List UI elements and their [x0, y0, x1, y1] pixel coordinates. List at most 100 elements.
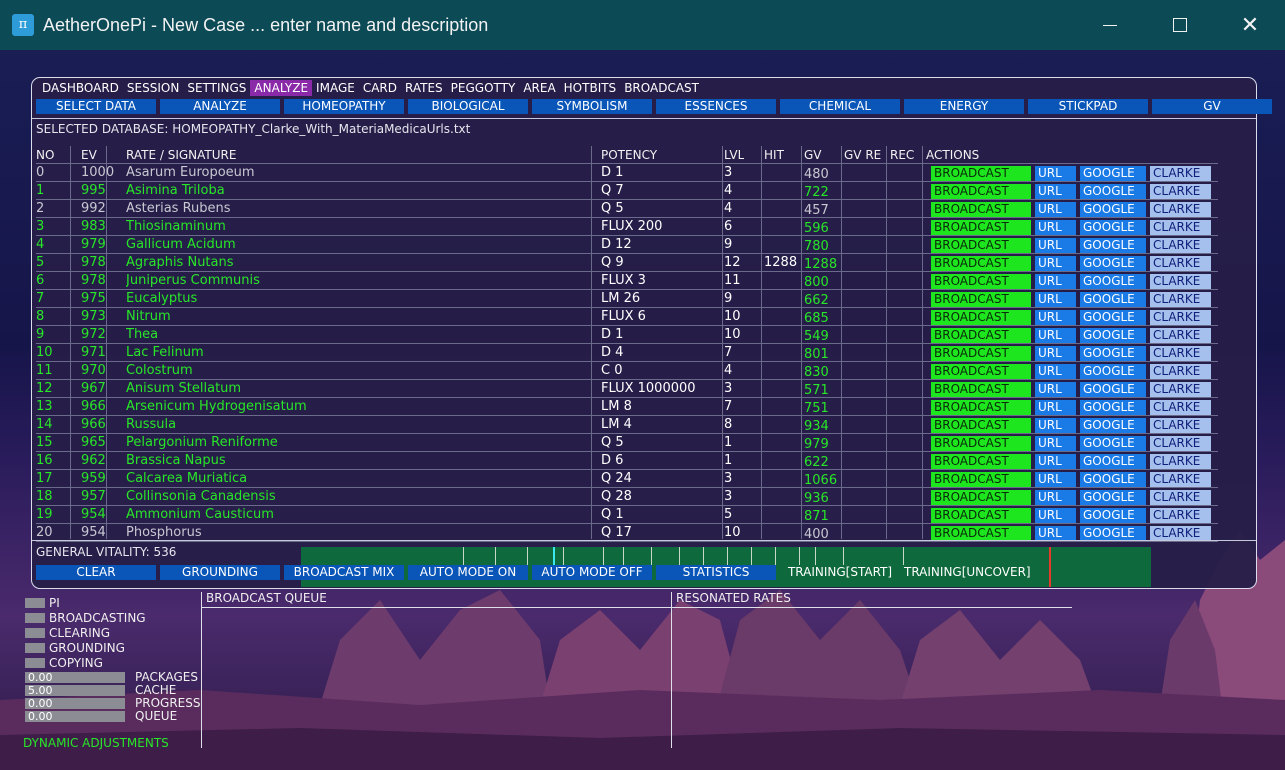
- google-button[interactable]: GOOGLE: [1080, 220, 1146, 235]
- url-button[interactable]: URL: [1035, 490, 1076, 505]
- url-button[interactable]: URL: [1035, 364, 1076, 379]
- broadcast-button[interactable]: BROADCAST: [931, 418, 1031, 433]
- clarke-button[interactable]: CLARKE: [1150, 454, 1211, 469]
- menu-rates[interactable]: RATES: [401, 80, 447, 96]
- menu-card[interactable]: CARD: [359, 80, 401, 96]
- google-button[interactable]: GOOGLE: [1080, 418, 1146, 433]
- broadcast-button[interactable]: BROADCAST: [931, 310, 1031, 325]
- google-button[interactable]: GOOGLE: [1080, 472, 1146, 487]
- close-button[interactable]: ✕: [1215, 0, 1285, 50]
- google-button[interactable]: GOOGLE: [1080, 508, 1146, 523]
- clarke-button[interactable]: CLARKE: [1150, 490, 1211, 505]
- training-start-button[interactable]: TRAINING[START]: [780, 565, 900, 580]
- auto-mode-off-button[interactable]: AUTO MODE OFF: [532, 565, 652, 580]
- clarke-button[interactable]: CLARKE: [1150, 274, 1211, 289]
- broadcast-button[interactable]: BROADCAST: [931, 526, 1031, 541]
- broadcast-button[interactable]: BROADCAST: [931, 328, 1031, 343]
- menu-hotbits[interactable]: HOTBITS: [560, 80, 621, 96]
- google-button[interactable]: GOOGLE: [1080, 238, 1146, 253]
- url-button[interactable]: URL: [1035, 256, 1076, 271]
- broadcast-button[interactable]: BROADCAST: [931, 202, 1031, 217]
- broadcast-button[interactable]: BROADCAST: [931, 382, 1031, 397]
- broadcast-button[interactable]: BROADCAST: [931, 220, 1031, 235]
- url-button[interactable]: URL: [1035, 436, 1076, 451]
- google-button[interactable]: GOOGLE: [1080, 346, 1146, 361]
- clarke-button[interactable]: CLARKE: [1150, 382, 1211, 397]
- clarke-button[interactable]: CLARKE: [1150, 256, 1211, 271]
- url-button[interactable]: URL: [1035, 472, 1076, 487]
- broadcast-button[interactable]: BROADCAST: [931, 508, 1031, 523]
- broadcast-button[interactable]: BROADCAST: [931, 256, 1031, 271]
- clarke-button[interactable]: CLARKE: [1150, 526, 1211, 541]
- category-gv-button[interactable]: GV: [1152, 99, 1272, 114]
- menu-dashboard[interactable]: DASHBOARD: [38, 80, 123, 96]
- grounding-button[interactable]: GROUNDING: [160, 565, 280, 580]
- clarke-button[interactable]: CLARKE: [1150, 166, 1211, 181]
- minimize-button[interactable]: [1075, 0, 1145, 50]
- google-button[interactable]: GOOGLE: [1080, 454, 1146, 469]
- clarke-button[interactable]: CLARKE: [1150, 436, 1211, 451]
- category-select-data-button[interactable]: SELECT DATA: [36, 99, 156, 114]
- google-button[interactable]: GOOGLE: [1080, 364, 1146, 379]
- category-biological-button[interactable]: BIOLOGICAL: [408, 99, 528, 114]
- auto-mode-on-button[interactable]: AUTO MODE ON: [408, 565, 528, 580]
- google-button[interactable]: GOOGLE: [1080, 382, 1146, 397]
- category-homeopathy-button[interactable]: HOMEOPATHY: [284, 99, 404, 114]
- clarke-button[interactable]: CLARKE: [1150, 310, 1211, 325]
- broadcast-button[interactable]: BROADCAST: [931, 292, 1031, 307]
- url-button[interactable]: URL: [1035, 202, 1076, 217]
- url-button[interactable]: URL: [1035, 400, 1076, 415]
- google-button[interactable]: GOOGLE: [1080, 256, 1146, 271]
- training-uncover-button[interactable]: TRAINING[UNCOVER]: [904, 565, 1031, 580]
- broadcast-button[interactable]: BROADCAST: [931, 472, 1031, 487]
- url-button[interactable]: URL: [1035, 382, 1076, 397]
- clarke-button[interactable]: CLARKE: [1150, 184, 1211, 199]
- category-symbolism-button[interactable]: SYMBOLISM: [532, 99, 652, 114]
- broadcast-button[interactable]: BROADCAST: [931, 454, 1031, 469]
- clarke-button[interactable]: CLARKE: [1150, 400, 1211, 415]
- statistics-button[interactable]: STATISTICS: [656, 565, 776, 580]
- broadcast-button[interactable]: BROADCAST: [931, 274, 1031, 289]
- clarke-button[interactable]: CLARKE: [1150, 346, 1211, 361]
- google-button[interactable]: GOOGLE: [1080, 526, 1146, 541]
- broadcast-button[interactable]: BROADCAST: [931, 184, 1031, 199]
- google-button[interactable]: GOOGLE: [1080, 328, 1146, 343]
- clarke-button[interactable]: CLARKE: [1150, 418, 1211, 433]
- clarke-button[interactable]: CLARKE: [1150, 238, 1211, 253]
- url-button[interactable]: URL: [1035, 166, 1076, 181]
- menu-session[interactable]: SESSION: [123, 80, 183, 96]
- category-essences-button[interactable]: ESSENCES: [656, 99, 776, 114]
- url-button[interactable]: URL: [1035, 220, 1076, 235]
- clarke-button[interactable]: CLARKE: [1150, 292, 1211, 307]
- maximize-button[interactable]: [1145, 0, 1215, 50]
- clarke-button[interactable]: CLARKE: [1150, 508, 1211, 523]
- menu-broadcast[interactable]: BROADCAST: [620, 80, 703, 96]
- broadcast-button[interactable]: BROADCAST: [931, 238, 1031, 253]
- clear-button[interactable]: CLEAR: [36, 565, 156, 580]
- url-button[interactable]: URL: [1035, 454, 1076, 469]
- broadcast-button[interactable]: BROADCAST: [931, 166, 1031, 181]
- url-button[interactable]: URL: [1035, 310, 1076, 325]
- url-button[interactable]: URL: [1035, 418, 1076, 433]
- google-button[interactable]: GOOGLE: [1080, 400, 1146, 415]
- broadcast-button[interactable]: BROADCAST: [931, 490, 1031, 505]
- google-button[interactable]: GOOGLE: [1080, 274, 1146, 289]
- clarke-button[interactable]: CLARKE: [1150, 472, 1211, 487]
- url-button[interactable]: URL: [1035, 508, 1076, 523]
- broadcast-button[interactable]: BROADCAST: [931, 400, 1031, 415]
- category-stickpad-button[interactable]: STICKPAD: [1028, 99, 1148, 114]
- menu-area[interactable]: AREA: [519, 80, 559, 96]
- category-energy-button[interactable]: ENERGY: [904, 99, 1024, 114]
- google-button[interactable]: GOOGLE: [1080, 292, 1146, 307]
- url-button[interactable]: URL: [1035, 184, 1076, 199]
- menu-peggotty[interactable]: PEGGOTTY: [447, 80, 520, 96]
- google-button[interactable]: GOOGLE: [1080, 436, 1146, 451]
- menu-analyze[interactable]: ANALYZE: [250, 80, 313, 96]
- clarke-button[interactable]: CLARKE: [1150, 202, 1211, 217]
- google-button[interactable]: GOOGLE: [1080, 166, 1146, 181]
- url-button[interactable]: URL: [1035, 526, 1076, 541]
- url-button[interactable]: URL: [1035, 346, 1076, 361]
- url-button[interactable]: URL: [1035, 292, 1076, 307]
- broadcast-button[interactable]: BROADCAST: [931, 346, 1031, 361]
- clarke-button[interactable]: CLARKE: [1150, 364, 1211, 379]
